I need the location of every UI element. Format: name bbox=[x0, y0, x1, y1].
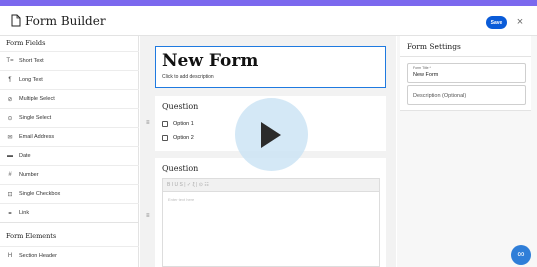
sidebar-item-label: Short Text bbox=[19, 58, 44, 64]
sidebar-item-label: Single Checkbox bbox=[19, 191, 61, 197]
date-icon: ▬ bbox=[7, 153, 13, 159]
sidebar-item-single-checkbox[interactable]: ⊡ Single Checkbox bbox=[0, 184, 139, 203]
help-chat-button[interactable]: ∞ bbox=[511, 245, 531, 265]
sidebar-item-label: Multiple Select bbox=[19, 96, 55, 102]
close-icon[interactable]: × bbox=[515, 15, 525, 29]
number-icon: # bbox=[8, 172, 12, 178]
app-header: Form Builder Save × bbox=[0, 6, 537, 36]
option-row[interactable]: Option 2 bbox=[162, 135, 194, 141]
sidebar-item-label: Email Address bbox=[19, 134, 55, 140]
sidebar-item-link[interactable]: ⚭ Link bbox=[0, 203, 139, 222]
settings-card: Form Settings Form Title * New Form Desc… bbox=[400, 36, 531, 111]
sidebar-item-label: Number bbox=[19, 172, 39, 178]
email-icon: ✉ bbox=[7, 134, 13, 141]
editor-placeholder: Enter text here bbox=[168, 197, 195, 202]
question-title[interactable]: Question bbox=[162, 102, 198, 111]
checkbox-icon: ⊡ bbox=[7, 191, 13, 198]
sidebar-item-long-text[interactable]: ¶ Long Text bbox=[0, 70, 139, 89]
multiple-select-icon: ⊘ bbox=[7, 96, 13, 103]
sidebar-item-email-address[interactable]: ✉ Email Address bbox=[0, 127, 139, 146]
document-icon bbox=[11, 14, 21, 27]
settings-heading: Form Settings bbox=[407, 42, 461, 51]
description-field[interactable]: Description (Optional) bbox=[407, 85, 526, 105]
sidebar-item-label: Section Header bbox=[19, 253, 57, 259]
question-card[interactable]: Question B I U S | ✓ ξ | ⊙ ☷ Enter text … bbox=[155, 158, 386, 267]
description-input[interactable]: Description (Optional) bbox=[413, 93, 466, 99]
form-fields-heading: Form Fields bbox=[6, 39, 46, 47]
short-text-icon: T= bbox=[6, 58, 14, 64]
form-title[interactable]: New Form bbox=[162, 51, 258, 71]
save-button[interactable]: Save bbox=[486, 16, 507, 29]
sidebar-item-single-select[interactable]: ⊙ Single Select bbox=[0, 108, 139, 127]
sidebar-item-label: Long Text bbox=[19, 77, 43, 83]
drag-handle-icon[interactable]: ≡ bbox=[146, 120, 150, 126]
divider bbox=[400, 56, 531, 57]
form-settings-panel: Form Settings Form Title * New Form Desc… bbox=[397, 36, 537, 267]
infinity-icon: ∞ bbox=[517, 249, 525, 260]
section-header-icon: H bbox=[7, 253, 13, 259]
sidebar-item-short-text[interactable]: T= Short Text bbox=[0, 51, 139, 70]
form-description[interactable]: Click to add description bbox=[162, 74, 214, 80]
rich-text-toolbar[interactable]: B I U S | ✓ ξ | ⊙ ☷ bbox=[162, 178, 380, 192]
sidebar-item-label: Single Select bbox=[19, 115, 52, 121]
rich-text-editor[interactable]: Enter text here bbox=[162, 192, 380, 267]
checkbox[interactable] bbox=[162, 135, 168, 141]
form-elements-heading: Form Elements bbox=[6, 232, 57, 240]
sidebar-item-number[interactable]: # Number bbox=[0, 165, 139, 184]
sidebar-item-date[interactable]: ▬ Date bbox=[0, 146, 139, 165]
sidebar-item-label: Date bbox=[19, 153, 31, 159]
form-title-card[interactable]: New Form Click to add description bbox=[155, 46, 386, 88]
option-label: Option 1 bbox=[173, 121, 194, 127]
option-row[interactable]: Option 1 bbox=[162, 121, 194, 127]
sidebar-item-section-header[interactable]: H Section Header bbox=[0, 246, 139, 265]
link-icon: ⚭ bbox=[7, 210, 13, 217]
checkbox[interactable] bbox=[162, 121, 168, 127]
option-label: Option 2 bbox=[173, 135, 194, 141]
form-fields-sidebar: Form Fields T= Short Text ¶ Long Text ⊘ … bbox=[0, 36, 139, 267]
drag-handle-icon[interactable]: ≡ bbox=[146, 213, 150, 219]
page-title: Form Builder bbox=[25, 14, 106, 28]
sidebar-item-label: Link bbox=[19, 210, 30, 216]
play-icon[interactable] bbox=[261, 122, 281, 148]
divider bbox=[0, 222, 139, 223]
long-text-icon: ¶ bbox=[8, 77, 12, 83]
sidebar-item-multiple-select[interactable]: ⊘ Multiple Select bbox=[0, 89, 139, 108]
question-title[interactable]: Question bbox=[162, 164, 198, 173]
form-title-input[interactable]: New Form bbox=[413, 72, 438, 78]
single-select-icon: ⊙ bbox=[7, 115, 13, 122]
field-label: Form Title * bbox=[413, 66, 431, 70]
form-title-field[interactable]: Form Title * New Form bbox=[407, 63, 526, 83]
